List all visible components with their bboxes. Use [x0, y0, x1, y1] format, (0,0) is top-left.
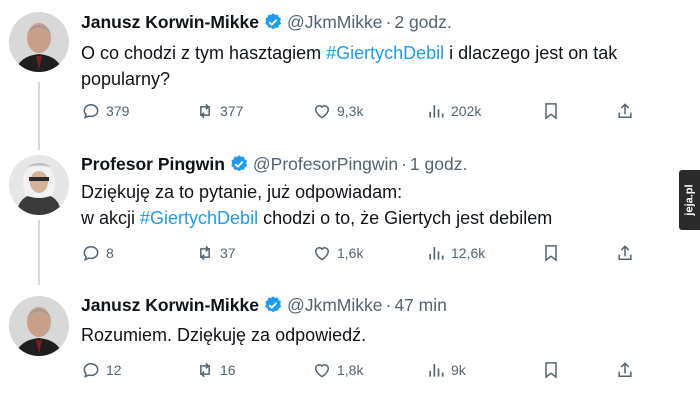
- reply-count: 379: [106, 103, 130, 119]
- views-button[interactable]: 202k: [426, 99, 481, 123]
- tweet-header: Janusz Korwin-Mikke @JkmMikke · 2 godz.: [81, 10, 452, 34]
- views-button[interactable]: 9k: [426, 358, 466, 382]
- like-icon: [314, 105, 330, 119]
- views-count: 9k: [451, 362, 466, 378]
- retweet-button[interactable]: 37: [195, 241, 236, 265]
- tweet-header: Profesor Pingwin @ProfesorPingwin · 1 go…: [81, 152, 467, 176]
- like-button[interactable]: 9,3k: [312, 99, 363, 123]
- share-button[interactable]: [615, 241, 640, 265]
- reply-button[interactable]: 8: [81, 241, 114, 265]
- share-icon: [618, 362, 632, 377]
- tweet[interactable]: Janusz Korwin-Mikke @JkmMikke · 2 godz. …: [0, 0, 700, 140]
- separator: ·: [385, 294, 392, 315]
- reply-icon: [83, 362, 99, 379]
- watermark-text: jeja.pl: [683, 184, 696, 216]
- avatar[interactable]: [9, 155, 69, 215]
- verified-badge-icon: [265, 296, 282, 313]
- hashtag-link[interactable]: #GiertychDebil: [140, 208, 258, 228]
- like-count: 1,6k: [337, 245, 364, 261]
- views-icon: [429, 105, 444, 118]
- like-icon: [314, 364, 330, 378]
- author-handle[interactable]: @JkmMikke: [287, 295, 383, 316]
- bookmark-icon: [545, 103, 557, 120]
- author-handle[interactable]: @ProfesorPingwin: [253, 154, 398, 175]
- separator: ·: [385, 11, 392, 32]
- tweet[interactable]: Profesor Pingwin @ProfesorPingwin · 1 go…: [0, 145, 700, 275]
- views-count: 202k: [451, 103, 482, 119]
- reply-button[interactable]: 379: [81, 99, 129, 123]
- tweet-text: O co chodzi z tym hasztagiem #GiertychDe…: [81, 40, 671, 92]
- views-count: 12,6k: [451, 245, 486, 261]
- tweet-text-line: w akcji #GiertychDebil chodzi o to, że G…: [81, 205, 671, 231]
- avatar[interactable]: [9, 296, 69, 356]
- retweet-icon: [200, 245, 210, 261]
- share-icon: [618, 103, 632, 118]
- like-count: 9,3k: [337, 103, 364, 119]
- author-name[interactable]: Janusz Korwin-Mikke: [81, 295, 259, 316]
- retweet-button[interactable]: 16: [195, 358, 236, 382]
- separator: ·: [401, 153, 407, 174]
- bookmark-button[interactable]: [541, 241, 566, 265]
- bookmark-button[interactable]: [541, 99, 566, 123]
- like-button[interactable]: 1,8k: [312, 358, 363, 382]
- reply-count: 12: [106, 362, 122, 378]
- views-button[interactable]: 12,6k: [426, 241, 485, 265]
- tweet-text-part: chodzi o to, że Giertych jest debilem: [258, 208, 553, 228]
- retweet-icon: [200, 103, 210, 119]
- timestamp[interactable]: 2 godz.: [394, 12, 451, 33]
- bookmark-icon: [545, 362, 557, 379]
- views-icon: [429, 247, 444, 260]
- tweet-text-part: O co chodzi z tym hasztagiem: [81, 43, 327, 63]
- author-name[interactable]: Profesor Pingwin: [81, 154, 225, 175]
- bookmark-icon: [545, 245, 557, 262]
- share-icon: [618, 245, 632, 260]
- author-name[interactable]: Janusz Korwin-Mikke: [81, 12, 259, 33]
- reply-button[interactable]: 12: [81, 358, 122, 382]
- timestamp[interactable]: 47 min: [394, 295, 447, 316]
- watermark: jeja.pl: [679, 170, 700, 230]
- retweet-button[interactable]: 377: [195, 99, 243, 123]
- retweet-count: 37: [220, 245, 236, 261]
- hashtag-link[interactable]: #GiertychDebil: [326, 43, 444, 63]
- avatar[interactable]: [9, 12, 69, 72]
- views-icon: [429, 364, 444, 377]
- verified-badge-icon: [265, 13, 282, 30]
- tweet-text-part: Rozumiem. Dziękuję za odpowiedź.: [81, 325, 367, 345]
- like-icon: [314, 247, 330, 261]
- author-handle[interactable]: @JkmMikke: [287, 12, 383, 33]
- retweet-count: 377: [220, 103, 244, 119]
- action-bar: 379 377 9,3k 202k: [0, 99, 700, 123]
- action-bar: 8 37 1,6k 12,6k: [0, 241, 700, 265]
- tweet[interactable]: Janusz Korwin-Mikke @JkmMikke · 47 min R…: [0, 285, 700, 401]
- retweet-icon: [200, 362, 210, 378]
- tweet-text-line: Dziękuję za to pytanie, już odpowiadam:: [81, 182, 403, 202]
- bookmark-button[interactable]: [541, 358, 566, 382]
- share-button[interactable]: [615, 99, 640, 123]
- reply-icon: [83, 245, 99, 262]
- like-button[interactable]: 1,6k: [312, 241, 363, 265]
- tweet-text-part: w akcji: [81, 208, 141, 228]
- share-button[interactable]: [615, 358, 640, 382]
- action-bar: 12 16 1,8k 9k: [0, 358, 700, 382]
- verified-badge-icon: [231, 155, 247, 172]
- tweet-text: Dziękuję za to pytanie, już odpowiadam: …: [81, 179, 671, 231]
- like-count: 1,8k: [337, 362, 364, 378]
- reply-count: 8: [106, 245, 114, 261]
- reply-icon: [83, 103, 99, 120]
- tweet-header: Janusz Korwin-Mikke @JkmMikke · 47 min: [81, 293, 447, 317]
- tweet-text: Rozumiem. Dziękuję za odpowiedź.: [81, 322, 671, 348]
- retweet-count: 16: [220, 362, 236, 378]
- timestamp[interactable]: 1 godz.: [410, 154, 467, 175]
